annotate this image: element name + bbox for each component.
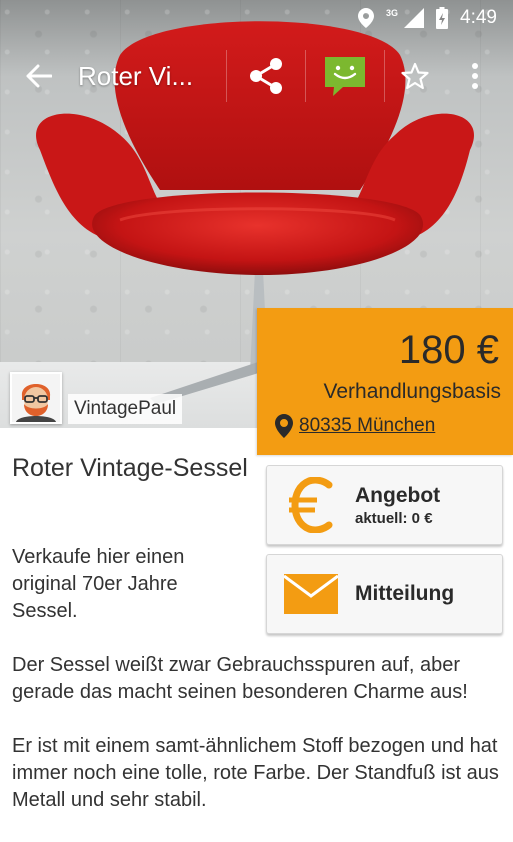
location[interactable]: 80335 München	[275, 414, 435, 438]
offer-label: Angebot	[355, 483, 441, 507]
overflow-menu-button[interactable]	[445, 40, 505, 112]
share-icon	[250, 58, 282, 94]
share-button[interactable]	[227, 40, 305, 112]
price: 180 €	[398, 328, 499, 372]
location-link[interactable]: 80335 München	[299, 415, 435, 437]
offer-button[interactable]: Angebot aktuell: 0 €	[266, 465, 503, 545]
app-toolbar: Roter Vi...	[0, 40, 513, 112]
chat-icon	[325, 57, 365, 96]
location-pin-icon	[275, 414, 293, 438]
message-button[interactable]: Mitteilung	[266, 554, 503, 634]
seller-avatar-image	[12, 374, 60, 422]
listing-title: Roter Vintage-Sessel	[12, 454, 248, 482]
back-button[interactable]	[0, 40, 78, 112]
star-icon	[401, 62, 429, 90]
description-paragraph: Der Sessel weißt zwar Gebrauchsspuren au…	[12, 654, 468, 703]
location-icon	[358, 6, 374, 30]
seller-name[interactable]: VintagePaul	[68, 394, 183, 424]
euro-icon	[267, 465, 355, 545]
favorite-button[interactable]	[385, 40, 445, 112]
signal-icon	[404, 6, 425, 30]
price-box: 180 € Verhandlungsbasis 80335 München	[257, 308, 513, 455]
current-offer: aktuell: 0 €	[355, 509, 433, 527]
seller-info[interactable]: VintagePaul	[10, 372, 183, 424]
avatar[interactable]	[10, 372, 62, 424]
overflow-menu-icon	[472, 63, 478, 89]
message-label: Mitteilung	[355, 582, 455, 605]
clock: 4:49	[460, 7, 497, 28]
description-paragraph: Verkaufe hier einen original 70er Jahre …	[12, 546, 185, 622]
battery-icon	[436, 6, 449, 30]
price-terms: Verhandlungsbasis	[323, 380, 501, 403]
envelope-icon	[267, 554, 355, 634]
network-type: 3G	[386, 8, 399, 18]
status-bar: 3G 4:49	[0, 0, 513, 36]
back-arrow-icon	[26, 64, 52, 88]
chat-button[interactable]	[306, 40, 384, 112]
page-title: Roter Vi...	[78, 60, 194, 91]
description-paragraph: Er ist mit einem samt-ähnlichem Stoff be…	[12, 735, 499, 811]
